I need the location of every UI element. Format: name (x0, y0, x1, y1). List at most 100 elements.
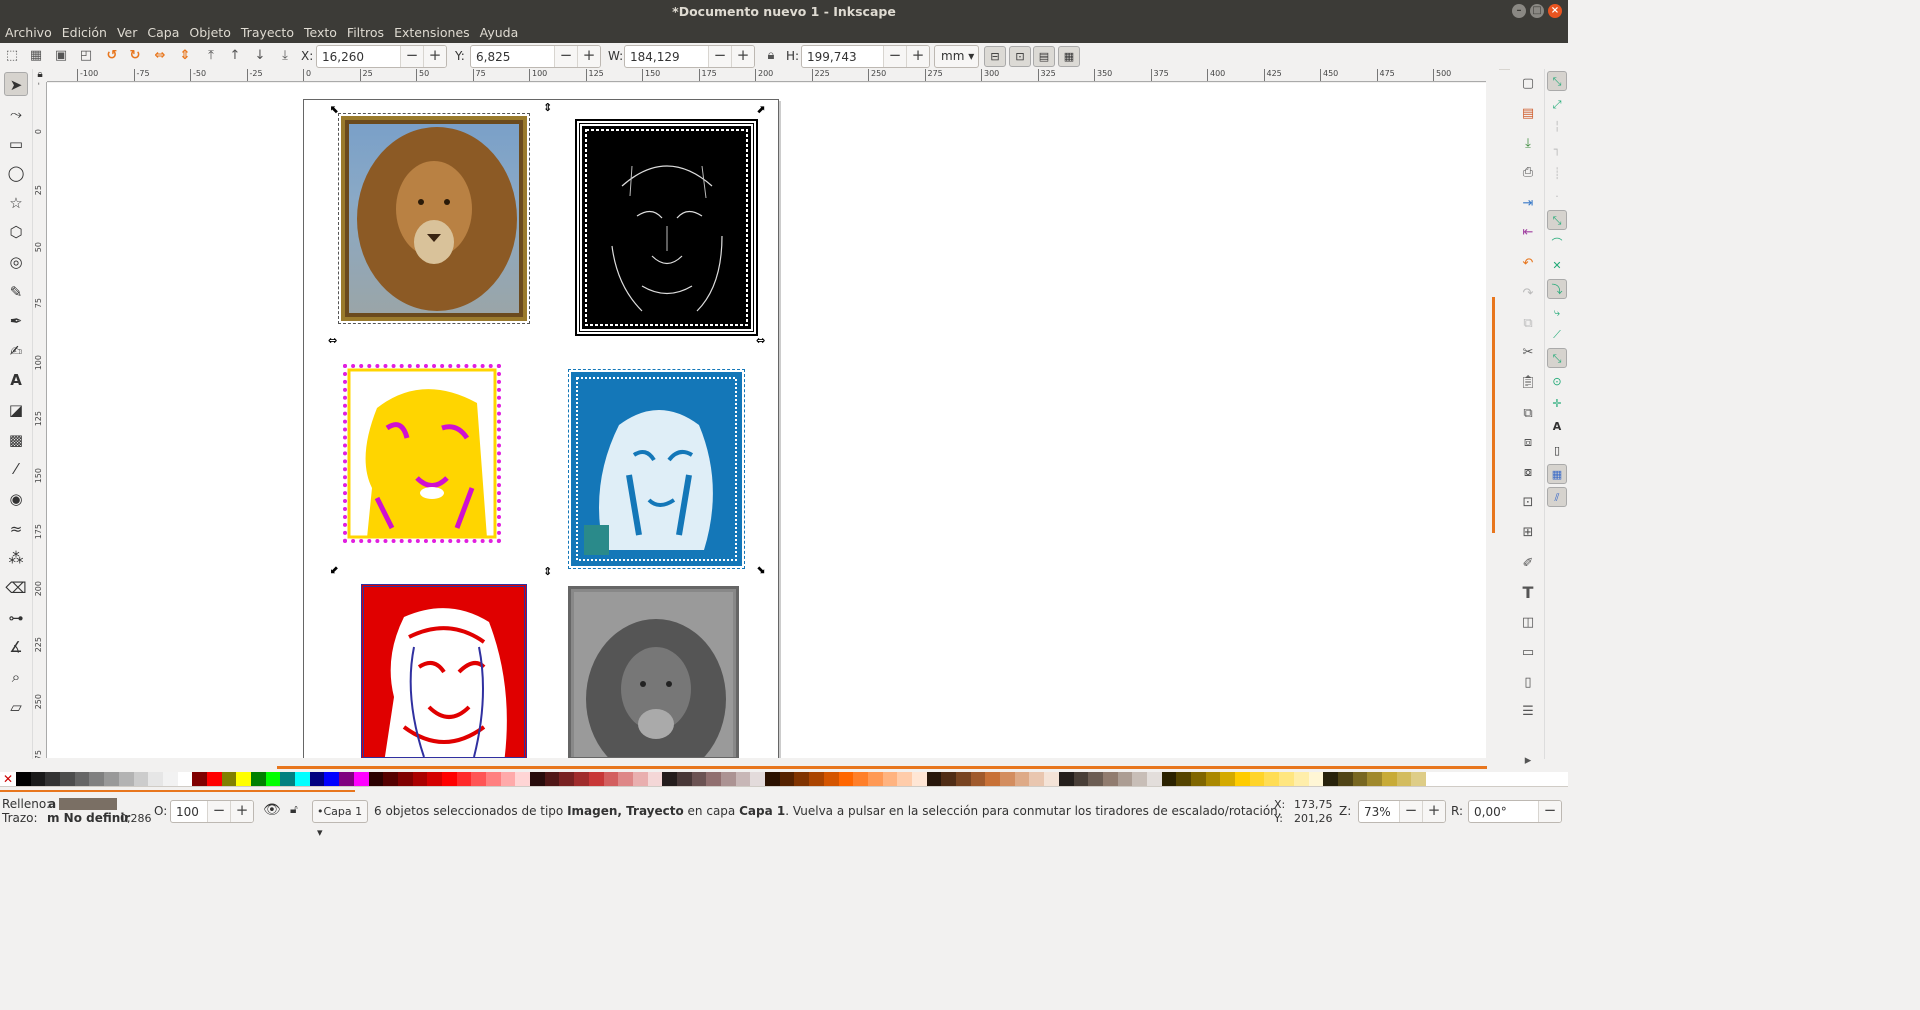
menu-ayuda[interactable]: Ayuda (475, 23, 524, 43)
xml-editor-icon[interactable]: ✐ (1519, 555, 1537, 573)
menu-archivo[interactable]: Archivo (0, 23, 57, 43)
color-swatch[interactable] (559, 772, 575, 786)
snap-bbox-icon[interactable]: ⤢ (1547, 95, 1567, 115)
x-increment-button[interactable]: + (423, 46, 446, 67)
select-all-icon[interactable]: ⬚ (3, 47, 21, 65)
scale-handle-top-left[interactable]: ⬉ (330, 103, 339, 116)
zoom-value[interactable]: 73% (1359, 805, 1399, 819)
color-swatch[interactable] (1088, 772, 1103, 786)
minimize-button[interactable]: – (1512, 4, 1526, 18)
opacity-value[interactable]: 100 (171, 805, 207, 819)
zoom-selection-icon[interactable]: ⊡ (1519, 494, 1537, 512)
object-properties-icon[interactable]: ▭ (1519, 644, 1537, 662)
color-swatch[interactable] (104, 772, 119, 786)
lower-icon[interactable]: ↓ (251, 47, 269, 65)
w-value[interactable]: 184,129 (625, 50, 708, 64)
h-field[interactable]: 199,743 − + (801, 45, 930, 68)
color-swatch[interactable] (926, 772, 942, 786)
color-swatch[interactable] (383, 772, 398, 786)
color-swatch[interactable] (45, 772, 61, 786)
color-swatch[interactable] (706, 772, 721, 786)
w-increment-button[interactable]: + (731, 46, 754, 67)
color-swatch[interactable] (177, 772, 193, 786)
lion-gray-image[interactable] (568, 586, 739, 758)
color-swatch[interactable] (779, 772, 795, 786)
color-swatch[interactable] (412, 772, 428, 786)
menu-capa[interactable]: Capa (142, 23, 184, 43)
toggle-visibility-icon[interactable]: 👁︎ (263, 802, 281, 818)
lock-proportions-icon[interactable]: 🔒︎ (762, 47, 780, 65)
scale-handle-top-right[interactable]: ⬈ (756, 103, 765, 116)
color-swatch[interactable] (970, 772, 986, 786)
color-swatch[interactable] (515, 772, 531, 786)
rotate-90-ccw-icon[interactable]: ◰ (77, 47, 95, 65)
scale-handle-right[interactable]: ⇔ (756, 334, 765, 347)
lion-yellow-magenta-image[interactable] (343, 364, 501, 543)
layer-dropdown[interactable]: •Capa 1 ▾ (312, 800, 368, 839)
color-swatch[interactable] (1000, 772, 1015, 786)
color-swatch[interactable] (30, 772, 46, 786)
more-commands-icon[interactable]: ▸ (1519, 752, 1537, 770)
color-swatch[interactable] (1058, 772, 1074, 786)
color-swatch[interactable] (192, 772, 207, 786)
snap-bbox-midpoints-icon[interactable]: ┊ (1547, 164, 1567, 184)
menu-trayecto[interactable]: Trayecto (236, 23, 299, 43)
mesh-tool-icon[interactable]: ▩ (4, 428, 28, 452)
color-swatch[interactable] (765, 772, 780, 786)
align-distribute-icon[interactable]: ☰ (1519, 703, 1537, 721)
rotation-value[interactable]: 0,00° (1469, 805, 1538, 819)
color-swatch[interactable] (530, 772, 545, 786)
tweak-tool-icon[interactable]: ≈ (4, 517, 28, 541)
lower-to-bottom-icon[interactable]: ⤓ (276, 47, 294, 65)
clone-icon[interactable]: ⧈ (1519, 434, 1537, 452)
cut-icon[interactable]: ✂ (1519, 344, 1537, 362)
color-swatch[interactable] (603, 772, 619, 786)
spray-tool-icon[interactable]: ⁂ (4, 546, 28, 570)
color-swatch[interactable] (1249, 772, 1265, 786)
color-swatch[interactable] (676, 772, 692, 786)
rectangle-tool-icon[interactable]: ▭ (4, 132, 28, 156)
color-swatch[interactable] (985, 772, 1001, 786)
deselect-icon[interactable]: ▣ (52, 47, 70, 65)
print-icon[interactable]: ⎙ (1519, 164, 1537, 182)
color-swatch[interactable] (339, 772, 354, 786)
color-swatch[interactable] (221, 772, 237, 786)
color-swatch[interactable] (471, 772, 486, 786)
h-increment-button[interactable]: + (906, 46, 929, 67)
ruler-tool-icon[interactable]: ▱ (4, 695, 28, 719)
scale-corners-toggle-icon[interactable]: ⊡ (1009, 46, 1031, 67)
color-swatch[interactable] (823, 772, 839, 786)
y-field[interactable]: 6,825 − + (470, 45, 601, 68)
text-font-icon[interactable]: T (1519, 584, 1537, 602)
select-all-layers-icon[interactable]: ▦ (27, 47, 45, 65)
spiral-tool-icon[interactable]: ◎ (4, 250, 28, 274)
rotation-decrement-button[interactable]: − (1538, 801, 1561, 822)
y-decrement-button[interactable]: − (554, 46, 577, 67)
vertical-scrollbar-thumb[interactable] (1492, 297, 1495, 533)
color-swatch[interactable] (265, 772, 281, 786)
snap-bbox-corners-icon[interactable]: ┐ (1547, 140, 1567, 160)
color-swatch[interactable] (853, 772, 868, 786)
color-swatch[interactable] (1323, 772, 1338, 786)
scale-handle-top[interactable]: ⇕ (543, 101, 552, 114)
connector-tool-icon[interactable]: ⊶ (4, 606, 28, 630)
opacity-field[interactable]: 100 − + (170, 800, 254, 823)
y-value[interactable]: 6,825 (471, 50, 554, 64)
color-swatch[interactable] (750, 772, 766, 786)
snap-paths-icon[interactable]: ⌒ (1547, 234, 1567, 254)
unlink-clone-icon[interactable]: ⧇ (1519, 464, 1537, 482)
w-field[interactable]: 184,129 − + (624, 45, 755, 68)
h-value[interactable]: 199,743 (802, 50, 883, 64)
color-swatch[interactable] (486, 772, 501, 786)
color-swatch[interactable] (74, 772, 90, 786)
document-properties-icon[interactable]: ▯ (1519, 674, 1537, 692)
color-swatch[interactable] (1337, 772, 1353, 786)
scale-handle-bottom[interactable]: ⇕ (543, 565, 552, 578)
color-swatch[interactable] (1205, 772, 1221, 786)
color-swatch[interactable] (1381, 772, 1397, 786)
stroke-width-value[interactable]: 0,286 (120, 812, 152, 825)
snap-bbox-edges-icon[interactable]: ╎ (1547, 117, 1567, 137)
snap-smooth-nodes-icon[interactable]: ⤷ (1547, 303, 1567, 323)
color-swatch[interactable] (1220, 772, 1236, 786)
snap-centers-icon[interactable]: ⊙ (1547, 372, 1567, 392)
